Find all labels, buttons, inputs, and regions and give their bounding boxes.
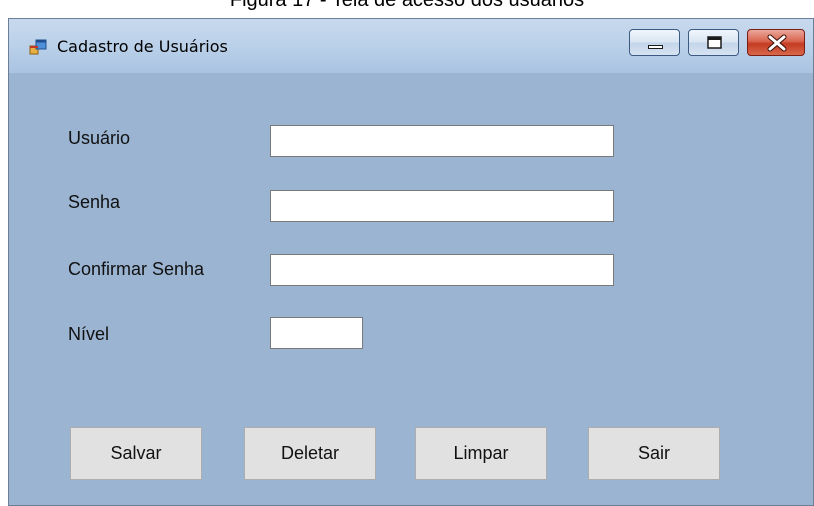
deletar-button[interactable]: Deletar — [244, 427, 376, 480]
figure-caption-text: Figura 17 - Tela de acesso dos usuários — [229, 0, 585, 11]
nivel-input[interactable] — [270, 317, 363, 349]
confirmar-senha-input[interactable] — [270, 254, 614, 286]
minimize-button[interactable] — [629, 29, 680, 56]
sair-button[interactable]: Sair — [588, 427, 720, 480]
nivel-label: Nível — [68, 324, 110, 344]
cadastro-usuarios-window: Cadastro de Usuários Usuário Senha Confi… — [8, 18, 814, 506]
confirmar-senha-label: Confirmar Senha — [68, 259, 205, 279]
minimize-icon — [648, 45, 663, 49]
figure-caption: Figura 17 - Tela de acesso dos usuários — [0, 0, 814, 16]
window-title: Cadastro de Usuários — [57, 37, 228, 56]
maximize-icon — [707, 36, 722, 49]
senha-label: Senha — [68, 192, 121, 212]
title-bar[interactable]: Cadastro de Usuários — [9, 19, 813, 73]
salvar-button[interactable]: Salvar — [70, 427, 202, 480]
senha-input[interactable] — [270, 190, 614, 222]
close-button[interactable] — [747, 29, 805, 56]
maximize-button[interactable] — [688, 29, 739, 56]
limpar-button[interactable]: Limpar — [415, 427, 547, 480]
close-icon — [767, 34, 787, 52]
usuario-input[interactable] — [270, 125, 614, 157]
usuario-label: Usuário — [68, 128, 131, 148]
winforms-app-icon — [29, 39, 47, 55]
